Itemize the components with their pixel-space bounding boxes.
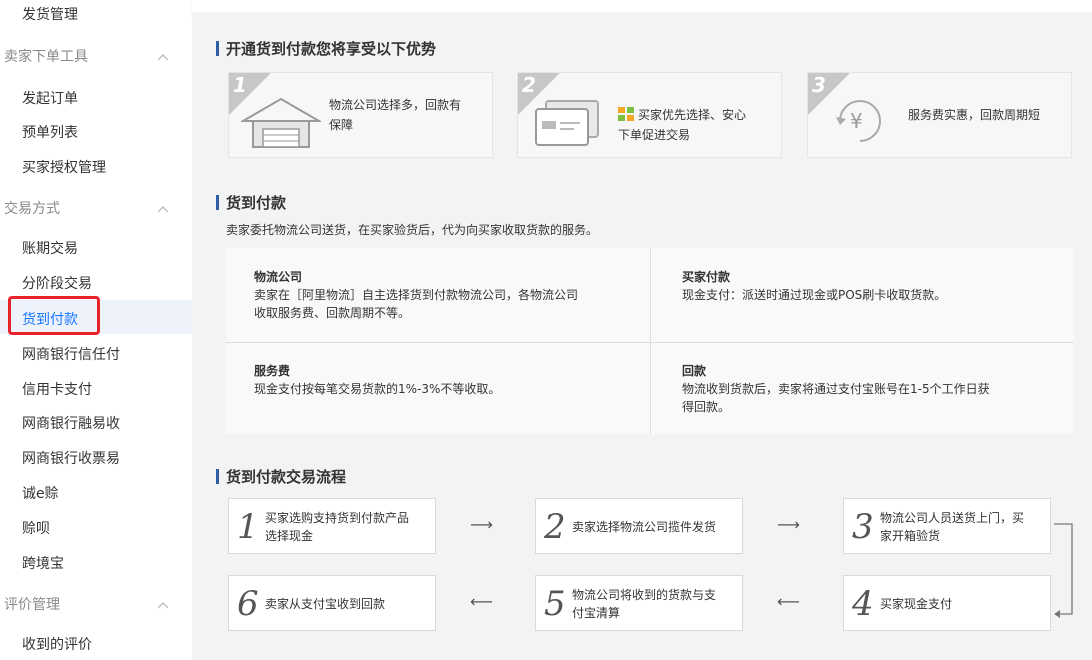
sidebar-group-reviews[interactable]: 评价管理 bbox=[4, 594, 184, 614]
advantages-title: 开通货到付款您将享受以下优势 bbox=[216, 38, 436, 59]
flow-step-text: 买家选购支持货到付款产品 选择现金 bbox=[265, 511, 410, 543]
cell-service-fee: 服务费 现金支付按每笔交易货款的1%-3%不等收取。 bbox=[254, 364, 501, 396]
top-bar bbox=[192, 0, 1092, 12]
sidebar-group-label: 评价管理 bbox=[4, 597, 60, 613]
flow-step-number: 2 bbox=[544, 507, 566, 547]
sidebar-item-buyer-auth[interactable]: 买家授权管理 bbox=[22, 157, 106, 177]
flow-title: 货到付款交易流程 bbox=[216, 466, 346, 487]
svg-text:¥: ¥ bbox=[850, 109, 863, 133]
sidebar-item-staged-trade[interactable]: 分阶段交易 bbox=[22, 273, 92, 293]
advantage-text: 服务费实惠，回款周期短 bbox=[908, 108, 1041, 122]
yen-icon: ¥ bbox=[836, 100, 881, 142]
flow-step-text: 卖家选择物流公司揽件发货 bbox=[572, 520, 717, 534]
flow-step-3: 3 物流公司人员送货上门，买 家开箱验货 bbox=[843, 498, 1051, 554]
sidebar-item-credit-card[interactable]: 信用卡支付 bbox=[22, 379, 92, 399]
arrow-right-icon: ⟶ bbox=[470, 515, 493, 534]
sidebar-item-cross-border[interactable]: 跨境宝 bbox=[22, 553, 64, 573]
cod-info-grid: 物流公司 卖家在［阿里物流］自主选择货到付款物流公司，各物流公司 收取服务费、回… bbox=[226, 248, 1074, 434]
card-icon bbox=[535, 100, 599, 146]
sidebar-group-seller-tools[interactable]: 卖家下单工具 bbox=[4, 46, 184, 66]
sidebar: 发货管理 卖家下单工具 发起订单 预单列表 买家授权管理 交易方式 账期交易 分… bbox=[0, 0, 192, 660]
highlight-box bbox=[8, 296, 100, 335]
flow-step-text: 物流公司将收到的货款与支 付宝清算 bbox=[572, 588, 717, 620]
cod-description: 卖家委托物流公司送货，在买家验货后，代为向买家收取货款的服务。 bbox=[226, 223, 599, 237]
flow-step-number: 6 bbox=[237, 584, 259, 624]
advantage-card-3: 3 ¥ 服务费实惠，回款周期短 bbox=[807, 72, 1072, 158]
chevron-up-icon[interactable] bbox=[158, 601, 168, 611]
sidebar-item-create-order[interactable]: 发起订单 bbox=[22, 88, 78, 108]
cell-repayment: 回款 物流收到货款后，卖家将通过支付宝账号在1-5个工作日获 得回款。 bbox=[682, 364, 990, 414]
flow-step-text: 卖家从支付宝收到回款 bbox=[265, 597, 386, 611]
arrow-right-icon: ⟶ bbox=[777, 515, 800, 534]
flow-step-5: 5 物流公司将收到的货款与支 付宝清算 bbox=[535, 575, 743, 631]
cell-logistics: 物流公司 卖家在［阿里物流］自主选择货到付款物流公司，各物流公司 收取服务费、回… bbox=[254, 270, 579, 320]
sidebar-group-trade-methods[interactable]: 交易方式 bbox=[4, 198, 184, 218]
sidebar-item-cheng-e-she[interactable]: 诚e赊 bbox=[22, 483, 59, 503]
chevron-up-icon[interactable] bbox=[158, 205, 168, 215]
cell-buyer-payment: 买家付款 现金支付：派送时通过现金或POS刷卡收取货款。 bbox=[682, 270, 947, 302]
flow-step-4: 4 买家现金支付 bbox=[843, 575, 1051, 631]
divider bbox=[650, 248, 651, 434]
sidebar-group-label: 交易方式 bbox=[4, 201, 60, 217]
flow-step-6: 6 卖家从支付宝收到回款 bbox=[228, 575, 436, 631]
sidebar-group-label: 卖家下单工具 bbox=[4, 49, 88, 65]
flow-step-text: 物流公司人员送货上门，买 家开箱验货 bbox=[880, 511, 1025, 543]
sidebar-item-received-reviews[interactable]: 收到的评价 bbox=[22, 634, 92, 654]
main-content: 开通货到付款您将享受以下优势 1 物流公司选择多，回款有 保障 2 买家优先选择… bbox=[210, 12, 1092, 660]
flow-step-number: 1 bbox=[237, 507, 259, 547]
sidebar-item-credit-term[interactable]: 账期交易 bbox=[22, 238, 78, 258]
connector-arrow-icon bbox=[1054, 523, 1073, 618]
flow-step-2: 2 卖家选择物流公司揽件发货 bbox=[535, 498, 743, 554]
advantage-text: 物流公司选择多，回款有 保障 bbox=[329, 98, 462, 132]
advantage-card-2: 2 买家优先选择、安心 下单促进交易 bbox=[517, 72, 782, 158]
sidebar-item-shebei[interactable]: 赊呗 bbox=[22, 518, 50, 538]
sidebar-item-mybank-shoupiaoyi[interactable]: 网商银行收票易 bbox=[22, 448, 120, 468]
flow-step-number: 3 bbox=[852, 507, 874, 547]
warehouse-icon bbox=[241, 97, 321, 148]
advantage-text: 买家优先选择、安心 下单促进交易 bbox=[618, 108, 747, 142]
sidebar-item-mybank-trust-pay[interactable]: 网商银行信任付 bbox=[22, 344, 120, 364]
flow-step-number: 5 bbox=[544, 584, 566, 624]
sidebar-item-mybank-rongyishou[interactable]: 网商银行融易收 bbox=[22, 413, 120, 433]
gutter bbox=[192, 12, 210, 660]
divider bbox=[226, 342, 1074, 343]
flow-step-1: 1 买家选购支持货到付款产品 选择现金 bbox=[228, 498, 436, 554]
arrow-left-icon: ⟵ bbox=[777, 592, 800, 611]
sidebar-item-shipping[interactable]: 发货管理 bbox=[22, 4, 78, 24]
flow-step-text: 买家现金支付 bbox=[880, 597, 953, 611]
flow-step-number: 4 bbox=[852, 584, 874, 624]
sidebar-item-pre-orders[interactable]: 预单列表 bbox=[22, 122, 78, 142]
advantage-card-1: 1 物流公司选择多，回款有 保障 bbox=[228, 72, 493, 158]
arrow-left-icon: ⟵ bbox=[470, 592, 493, 611]
chevron-up-icon[interactable] bbox=[158, 53, 168, 63]
cod-title: 货到付款 bbox=[216, 192, 286, 213]
